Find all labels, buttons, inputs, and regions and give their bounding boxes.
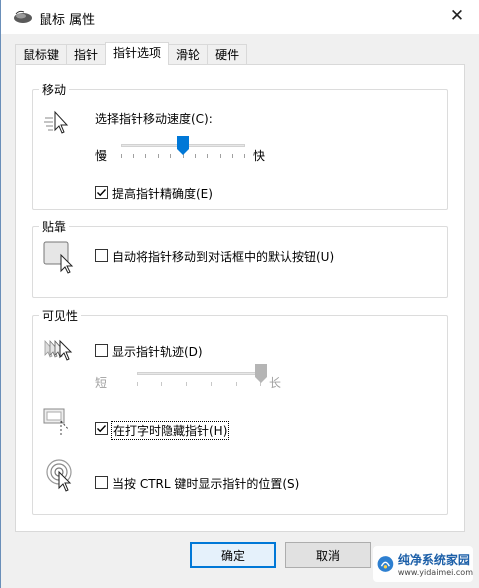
mouse-icon — [14, 10, 32, 23]
speed-label: 选择指针移动速度(C): — [95, 112, 213, 126]
watermark-title: 纯净系统家园 — [397, 553, 470, 567]
slider-tick — [211, 382, 212, 386]
enhance-precision-checkbox[interactable] — [95, 186, 108, 199]
show-location-ctrl-checkbox[interactable] — [95, 476, 108, 489]
tab-buttons[interactable]: 鼠标键 — [15, 44, 68, 64]
hide-while-typing-icon — [43, 408, 70, 437]
tab-hardware[interactable]: 硬件 — [207, 44, 248, 64]
snap-group-title: 贴靠 — [39, 218, 70, 235]
slider-tick — [161, 382, 162, 386]
tab-pointer-options[interactable]: 指针选项 — [105, 42, 170, 65]
long-label: 长 — [269, 376, 282, 390]
slider-tick — [236, 382, 237, 386]
watermark-url: www.yidaimei.com — [397, 568, 473, 577]
watermark-text: 纯净系统家园 www.yidaimei.com — [398, 551, 473, 577]
visibility-group-title: 可见性 — [39, 307, 82, 324]
slider-tick — [244, 154, 245, 158]
trail-slider-thumb — [255, 364, 267, 383]
snap-to-default-label[interactable]: 自动将指针移动到对话框中的默认按钮(U) — [112, 248, 334, 265]
motion-group-title: 移动 — [39, 81, 70, 98]
site-watermark: 纯净系统家园 www.yidaimei.com — [373, 546, 473, 582]
snap-to-group: 贴靠 自动将指针移动到对话框中的默认按钮(U) — [32, 218, 448, 298]
speed-slider-thumb[interactable] — [177, 136, 189, 156]
watermark-logo-icon — [377, 556, 394, 572]
show-location-ctrl-icon — [46, 459, 72, 492]
slider-tick — [145, 154, 146, 158]
slider-track — [137, 372, 261, 375]
snap-to-button-icon — [43, 241, 74, 274]
slider-tick — [195, 154, 196, 158]
slider-tick — [158, 154, 159, 158]
pointer-trails-icon — [44, 339, 73, 361]
pointer-trails-checkbox[interactable] — [95, 344, 108, 357]
pointer-speed-slider[interactable] — [121, 136, 245, 162]
title-bar[interactable]: 鼠标 属性 ✕ — [1, 0, 479, 34]
slider-tick — [220, 154, 221, 158]
pointer-speed-icon — [44, 110, 69, 134]
tab-strip: 鼠标键 指针 指针选项 滑轮 硬件 — [15, 42, 248, 65]
slider-tick — [186, 382, 187, 386]
mouse-properties-window: 鼠标 属性 ✕ 鼠标键 指针 指针选项 滑轮 硬件 移动 选择指针移动速度(C)… — [0, 0, 479, 588]
slider-tick — [170, 154, 171, 158]
window-title: 鼠标 属性 — [39, 13, 96, 28]
pointer-options-panel: 移动 选择指针移动速度(C): 慢 快 提高指针精确度(E) 贴靠 自动将指针移… — [15, 64, 465, 532]
slow-label: 慢 — [95, 149, 108, 163]
slider-tick — [137, 382, 138, 386]
show-location-ctrl-label[interactable]: 当按 CTRL 键时显示指针的位置(S) — [112, 475, 299, 492]
hide-while-typing-checkbox[interactable] — [95, 422, 108, 435]
checkmark-icon — [97, 189, 107, 197]
ok-button[interactable]: 确定 — [190, 542, 276, 568]
checkmark-icon — [97, 425, 107, 433]
cancel-button[interactable]: 取消 — [285, 542, 371, 568]
tab-wheel[interactable]: 滑轮 — [168, 44, 209, 64]
enhance-precision-label[interactable]: 提高指针精确度(E) — [112, 185, 213, 202]
close-icon: ✕ — [449, 6, 465, 26]
visibility-group: 可见性 显示指针轨迹(D) 短 长 在打字时隐藏指针(H) 当按 CTRL 键时… — [32, 307, 448, 515]
pointer-trails-label[interactable]: 显示指针轨迹(D) — [112, 343, 203, 360]
motion-group: 移动 选择指针移动速度(C): 慢 快 提高指针精确度(E) — [32, 81, 448, 210]
slider-tick — [133, 154, 134, 158]
tab-pointers[interactable]: 指针 — [66, 44, 107, 64]
hide-while-typing-label[interactable]: 在打字时隐藏指针(H) — [111, 421, 230, 440]
slider-tick — [207, 154, 208, 158]
slider-tick — [121, 154, 122, 158]
slider-tick — [232, 154, 233, 158]
fast-label: 快 — [253, 149, 266, 163]
trail-length-slider[interactable] — [137, 364, 267, 390]
snap-to-default-checkbox[interactable] — [95, 249, 108, 262]
short-label: 短 — [95, 376, 108, 390]
close-button[interactable]: ✕ — [434, 0, 479, 32]
